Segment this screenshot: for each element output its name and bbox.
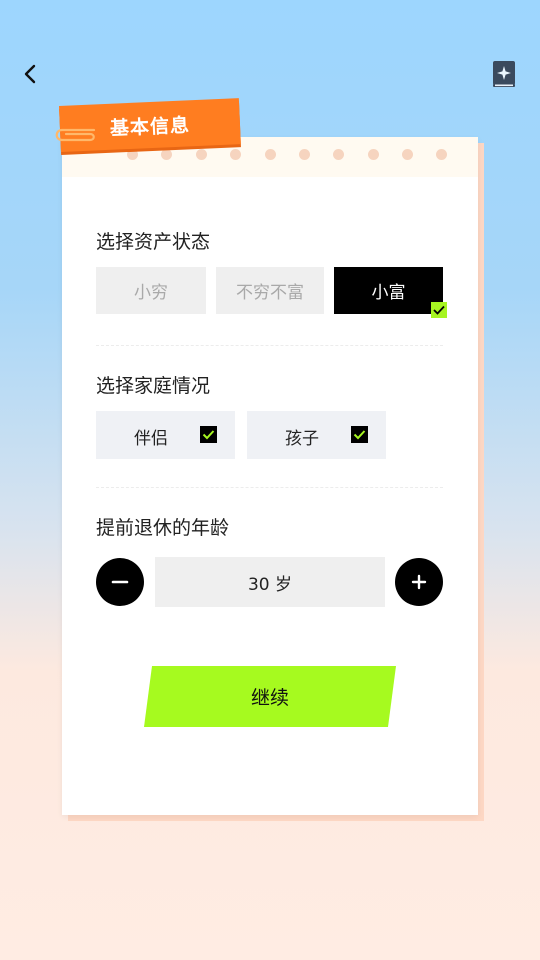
binder-hole [368,149,379,160]
binder-hole [230,149,241,160]
asset-option-label: 小穷 [134,283,168,303]
retire-age-value: 30 岁 [155,557,385,607]
asset-section-title: 选择资产状态 [96,231,211,253]
family-option-label: 伴侣 [134,429,168,449]
checkbox-checked-icon [351,426,368,443]
binder-hole [127,149,138,160]
chevron-left-icon [24,64,36,84]
asset-option-poor[interactable]: 小穷 [96,267,206,314]
family-section-title: 选择家庭情况 [96,375,211,397]
asset-option-label: 小富 [371,283,406,303]
minus-icon [111,580,129,584]
family-option-label: 孩子 [285,429,319,449]
continue-button-label: 继续 [250,687,289,709]
binder-hole [333,149,344,160]
asset-option-middle[interactable]: 不穷不富 [216,267,324,314]
binder-hole [402,149,413,160]
family-option-child[interactable]: 孩子 [247,411,386,459]
selected-check-icon [431,302,447,318]
retire-age-text: 30 岁 [247,574,293,595]
family-option-partner[interactable]: 伴侣 [96,411,235,459]
decrease-age-button[interactable] [96,558,144,606]
binder-hole [196,149,207,160]
divider [96,487,443,488]
asset-option-rich[interactable]: 小富 [334,267,443,314]
increase-age-button[interactable] [395,558,443,606]
retire-section-title: 提前退休的年龄 [96,517,230,539]
divider [96,345,443,346]
guide-button[interactable] [490,58,518,90]
paperclip-icon [55,128,96,142]
section-tag-title: 基本信息 [109,113,191,140]
checkbox-checked-icon [200,426,217,443]
plus-icon [411,574,427,590]
binder-hole [436,149,447,160]
binder-hole [299,149,310,160]
continue-button[interactable]: 继续 [144,666,396,727]
binder-hole [161,149,172,160]
asset-option-label: 不穷不富 [236,283,304,303]
sparkle-book-icon [493,61,515,87]
binder-hole [265,149,276,160]
back-button[interactable] [16,60,44,88]
